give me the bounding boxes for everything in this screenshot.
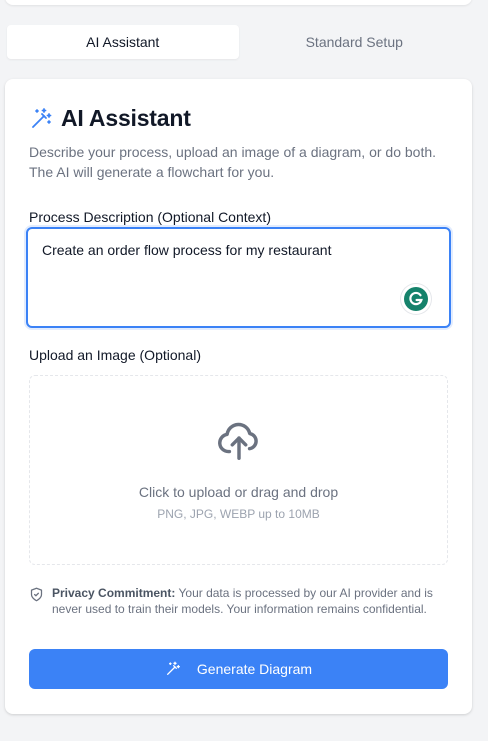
card-header: AI Assistant (29, 105, 191, 132)
tab-ai-assistant[interactable]: AI Assistant (7, 25, 239, 59)
tab-standard-setup[interactable]: Standard Setup (239, 25, 471, 59)
upload-image-label: Upload an Image (Optional) (29, 347, 201, 363)
privacy-commitment: Privacy Commitment: Your data is process… (29, 585, 449, 617)
previous-card-edge (5, 0, 472, 5)
ai-assistant-card: AI Assistant Describe your process, uplo… (5, 79, 472, 714)
image-upload-dropzone[interactable]: Click to upload or drag and drop PNG, JP… (29, 375, 448, 565)
process-description-input[interactable]: Create an order flow process for my rest… (26, 227, 451, 328)
generate-diagram-button[interactable]: Generate Diagram (29, 649, 448, 689)
mode-tabs: AI Assistant Standard Setup (5, 23, 472, 61)
process-description-value: Create an order flow process for my rest… (42, 242, 332, 258)
upload-file-types: PNG, JPG, WEBP up to 10MB (157, 507, 320, 521)
generate-button-label: Generate Diagram (196, 661, 313, 677)
privacy-text: Privacy Commitment: Your data is process… (52, 585, 449, 617)
process-description-label: Process Description (Optional Context) (29, 209, 271, 225)
magic-wand-icon (32, 107, 52, 128)
grammarly-icon[interactable] (401, 284, 431, 314)
magic-wand-icon (166, 661, 180, 675)
privacy-heading: Privacy Commitment: (52, 586, 176, 600)
card-description: Describe your process, upload an image o… (29, 144, 437, 180)
shield-icon (30, 587, 43, 602)
card-title: AI Assistant (61, 105, 191, 131)
cloud-upload-icon (218, 422, 258, 460)
upload-instruction: Click to upload or drag and drop (138, 484, 339, 500)
